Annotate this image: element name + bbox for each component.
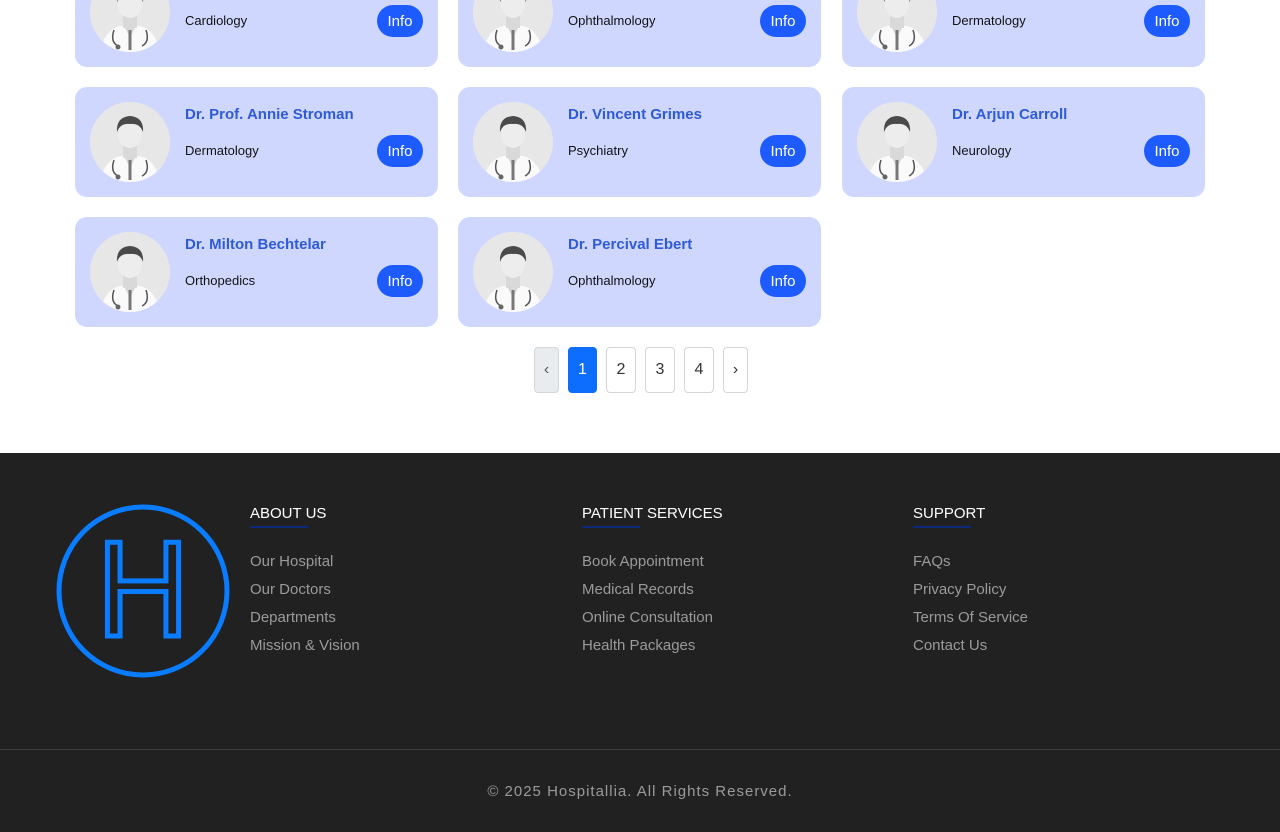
footer-column-patient-services: PATIENT SERVICES Book Appointment Medica… (582, 505, 723, 660)
footer-link[interactable]: Online Consultation (582, 604, 723, 632)
doctor-avatar-icon (90, 0, 170, 52)
pagination: ‹ 1 2 3 4 › (534, 347, 748, 393)
doctor-department: Ophthalmology (568, 13, 656, 28)
info-button[interactable]: Info (760, 5, 806, 37)
footer-divider (0, 749, 1280, 750)
footer-link[interactable]: Health Packages (582, 632, 723, 660)
footer-column-title: ABOUT US (250, 505, 326, 528)
footer-column-support: SUPPORT FAQs Privacy Policy Terms Of Ser… (913, 505, 1028, 660)
doctor-avatar-icon (473, 232, 553, 312)
footer-link[interactable]: Book Appointment (582, 548, 723, 576)
footer-link[interactable]: Our Hospital (250, 548, 360, 576)
doctor-avatar-icon (90, 102, 170, 182)
doctor-name: Dr. Prof. Annie Stroman (185, 106, 354, 123)
doctor-name: Dr. Percival Ebert (568, 236, 693, 253)
footer-link[interactable]: Contact Us (913, 632, 1028, 660)
footer-column-title: PATIENT SERVICES (582, 505, 723, 528)
pagination-page-4[interactable]: 4 (684, 347, 714, 393)
pagination-prev-button[interactable]: ‹ (534, 347, 559, 393)
pagination-page-1[interactable]: 1 (568, 347, 597, 393)
doctor-avatar-icon (857, 102, 937, 182)
doctor-card: Ophthalmology Info (458, 0, 821, 67)
doctor-card: Cardiology Info (75, 0, 438, 67)
doctor-department: Ophthalmology (568, 273, 656, 288)
doctor-department: Neurology (952, 143, 1012, 158)
pagination-next-button[interactable]: › (723, 347, 748, 393)
info-button[interactable]: Info (1144, 135, 1190, 167)
info-button[interactable]: Info (377, 5, 423, 37)
footer-link[interactable]: Mission & Vision (250, 632, 360, 660)
footer-link[interactable]: Medical Records (582, 576, 723, 604)
footer-link[interactable]: FAQs (913, 548, 1028, 576)
logo-letter: H (95, 518, 191, 667)
doctor-avatar-icon (90, 232, 170, 312)
info-button[interactable]: Info (760, 265, 806, 297)
footer-column-about: ABOUT US Our Hospital Our Doctors Depart… (250, 505, 360, 660)
footer-link[interactable]: Privacy Policy (913, 576, 1028, 604)
info-button[interactable]: Info (1144, 5, 1190, 37)
info-button[interactable]: Info (377, 265, 423, 297)
footer-column-title: SUPPORT (913, 505, 985, 528)
hospital-logo[interactable]: H (55, 503, 231, 684)
doctor-avatar-icon (473, 102, 553, 182)
pagination-page-3[interactable]: 3 (645, 347, 675, 393)
footer-link[interactable]: Terms Of Service (913, 604, 1028, 632)
info-button[interactable]: Info (760, 135, 806, 167)
doctor-name: Dr. Milton Bechtelar (185, 236, 326, 253)
footer-link[interactable]: Departments (250, 604, 360, 632)
doctor-listing: Cardiology Info Ophthalmology Info Derma… (0, 0, 1280, 453)
doctor-avatar-icon (857, 0, 937, 52)
info-button[interactable]: Info (377, 135, 423, 167)
doctor-department: Cardiology (185, 13, 248, 28)
doctor-card: Dr. Prof. Annie Stroman Dermatology Info (75, 87, 438, 197)
doctor-card: Dr. Arjun Carroll Neurology Info (842, 87, 1205, 197)
doctor-card: Dr. Milton Bechtelar Orthopedics Info (75, 217, 438, 327)
doctor-name: Dr. Arjun Carroll (952, 106, 1068, 123)
doctor-card: Dermatology Info (842, 0, 1205, 67)
doctor-avatar-icon (473, 0, 553, 52)
doctor-card: Dr. Percival Ebert Ophthalmology Info (458, 217, 821, 327)
doctor-department: Dermatology (952, 13, 1026, 28)
copyright-text: © 2025 Hospitallia. All Rights Reserved. (487, 783, 793, 800)
footer-link[interactable]: Our Doctors (250, 576, 360, 604)
doctor-department: Orthopedics (185, 273, 256, 288)
doctor-department: Psychiatry (568, 143, 628, 158)
pagination-page-2[interactable]: 2 (606, 347, 636, 393)
site-footer: H ABOUT US Our Hospital Our Doctors Depa… (0, 453, 1280, 832)
doctor-name: Dr. Vincent Grimes (568, 106, 702, 123)
doctor-card: Dr. Vincent Grimes Psychiatry Info (458, 87, 821, 197)
doctor-department: Dermatology (185, 143, 259, 158)
